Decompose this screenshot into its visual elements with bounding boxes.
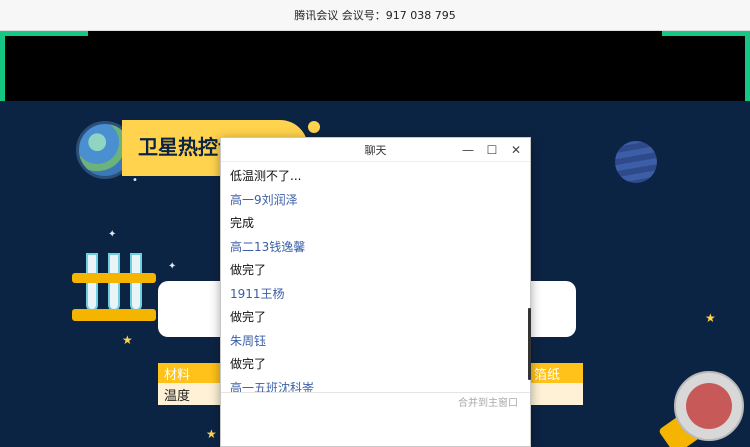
star-icon: ★ (705, 311, 716, 325)
maximize-button[interactable]: ☐ (484, 142, 500, 158)
minimize-button[interactable]: — (460, 142, 476, 158)
table-header-material: 材料 (164, 368, 191, 383)
merge-to-main-window-link[interactable]: 合并到主窗口 (458, 394, 518, 409)
chat-scrollbar[interactable] (528, 308, 531, 380)
chat-window[interactable]: 聊天 — ☐ ✕ 低温测不了... 高一9刘润泽 完成 高二13钱逸馨 做完了 … (220, 137, 531, 447)
chat-message-text: 低温测不了... (230, 169, 302, 183)
planet-icon (615, 141, 657, 183)
meeting-title-bar: 腾讯会议 会议号：917 038 795 (0, 0, 750, 31)
chat-message-list[interactable]: 低温测不了... 高一9刘润泽 完成 高二13钱逸馨 做完了 1911王杨 做完… (221, 162, 530, 392)
decor-dot (308, 121, 320, 133)
chat-title-bar[interactable]: 聊天 — ☐ ✕ (221, 138, 530, 162)
table-row-temperature: 温度 (164, 389, 191, 404)
video-strip (0, 31, 750, 101)
star-icon: ✦ (108, 229, 117, 240)
chat-message-sender: 高二13钱逸馨 (230, 240, 306, 254)
star-icon: ★ (122, 333, 133, 347)
chat-message-text: 完成 (230, 216, 255, 230)
tube-rack (72, 273, 156, 283)
chat-title: 聊天 (364, 143, 387, 157)
test-tubes-icon (72, 249, 156, 325)
chat-message-sender: 高一9刘润泽 (230, 193, 298, 207)
chat-message-sender: 朱周钰 (230, 334, 267, 348)
meeting-title: 腾讯会议 会议号：917 038 795 (294, 9, 456, 22)
chat-message-text: 做完了 (230, 310, 267, 324)
table-header-foil: 箔纸 (534, 368, 561, 383)
chat-message-sender: 1911王杨 (230, 287, 285, 301)
chat-message-text: 做完了 (230, 263, 267, 277)
chat-divider (221, 392, 530, 393)
star-icon: ✦ (168, 261, 177, 272)
tube-rack-base (72, 309, 156, 321)
star-icon: ★ (206, 427, 217, 441)
school-logo-seal (686, 383, 732, 429)
star-icon: • (132, 175, 138, 186)
chat-message-sender: 高一五班沈科崟 (230, 381, 315, 392)
chat-message-text: 做完了 (230, 357, 267, 371)
close-button[interactable]: ✕ (508, 142, 524, 158)
